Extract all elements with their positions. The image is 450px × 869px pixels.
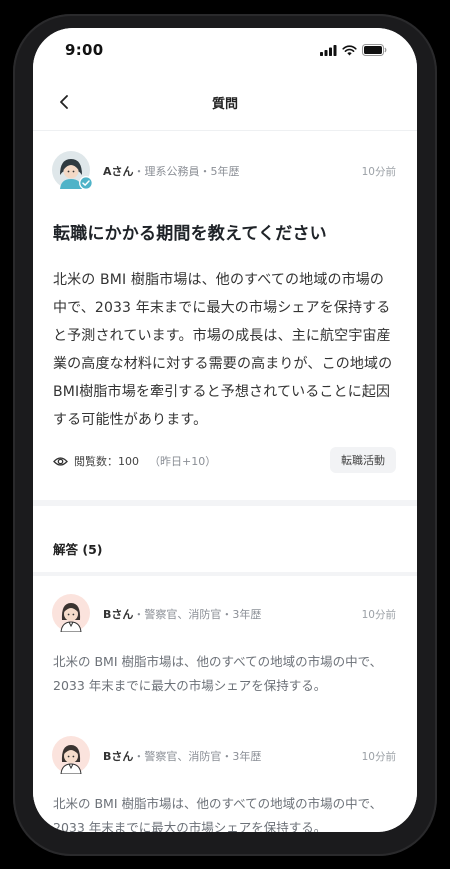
author-name[interactable]: Bさん — [103, 750, 133, 763]
author-line: Bさん・警察官、消防官・3年歴 — [103, 748, 261, 764]
author-meta: ・警察官、消防官・3年歴 — [133, 750, 262, 763]
author-name[interactable]: Aさん — [103, 165, 134, 178]
post-time: 10分前 — [361, 609, 396, 621]
question-body: 北米の BMI 樹脂市場は、他のすべての地域の市場の中で、2033 年末までに最… — [53, 272, 393, 428]
author-name[interactable]: Bさん — [103, 608, 133, 621]
view-count-label: 閲覧数：100 — [74, 455, 139, 468]
verified-badge-icon — [79, 176, 93, 190]
category-tag[interactable]: 転職活動 — [330, 447, 396, 473]
post-time: 10分前 — [361, 751, 396, 763]
status-time: 9:00 — [65, 41, 104, 59]
answer-text: 北米の BMI 樹脂市場は、他のすべての地域の市場の中で、2033 年末までに最… — [53, 796, 383, 832]
eye-icon — [53, 456, 68, 466]
question-card: Aさん・理系公務員・5年歴 10分前 転職にかかる期間を教えてください 北米の … — [33, 131, 417, 500]
top-nav-bar: 質問 — [33, 76, 417, 131]
answers-header: 解答 (5) — [33, 506, 417, 572]
app-screen: 9:00 質問 Aさん・理系公務員・5年歴 10分前 転職にかかる期間を教えてく… — [33, 28, 417, 832]
author-meta: ・警察官、消防官・3年歴 — [133, 608, 262, 621]
author-line: Aさん・理系公務員・5年歴 — [103, 163, 240, 179]
status-bar: 9:00 — [33, 28, 417, 76]
answers-heading: 解答 (5) — [53, 542, 103, 557]
user-avatar-icon — [52, 736, 90, 775]
avatar[interactable] — [52, 736, 90, 775]
question-title: 転職にかかる期間を教えてください — [53, 224, 327, 244]
view-count: 閲覧数：100 （昨日+10） — [53, 453, 216, 469]
view-count-delta: （昨日+10） — [149, 455, 217, 468]
cellular-signal-icon — [320, 44, 337, 56]
answer-item[interactable]: Bさん・警察官、消防官・3年歴 10分前 北米の BMI 樹脂市場は、他のすべて… — [33, 576, 417, 736]
answer-item[interactable]: Bさん・警察官、消防官・3年歴 10分前 北米の BMI 樹脂市場は、他のすべて… — [33, 718, 417, 832]
author-line: Bさん・警察官、消防官・3年歴 — [103, 606, 261, 622]
page-title: 質問 — [211, 97, 238, 112]
user-avatar-icon — [52, 594, 90, 633]
author-meta: ・理系公務員・5年歴 — [133, 165, 240, 178]
answer-text: 北米の BMI 樹脂市場は、他のすべての地域の市場の中で、2033 年末までに最… — [53, 654, 383, 693]
avatar[interactable] — [52, 151, 93, 190]
battery-icon — [362, 44, 387, 56]
avatar[interactable] — [52, 594, 90, 633]
status-icons — [320, 44, 387, 56]
wifi-icon — [342, 44, 357, 55]
post-time: 10分前 — [361, 166, 396, 178]
